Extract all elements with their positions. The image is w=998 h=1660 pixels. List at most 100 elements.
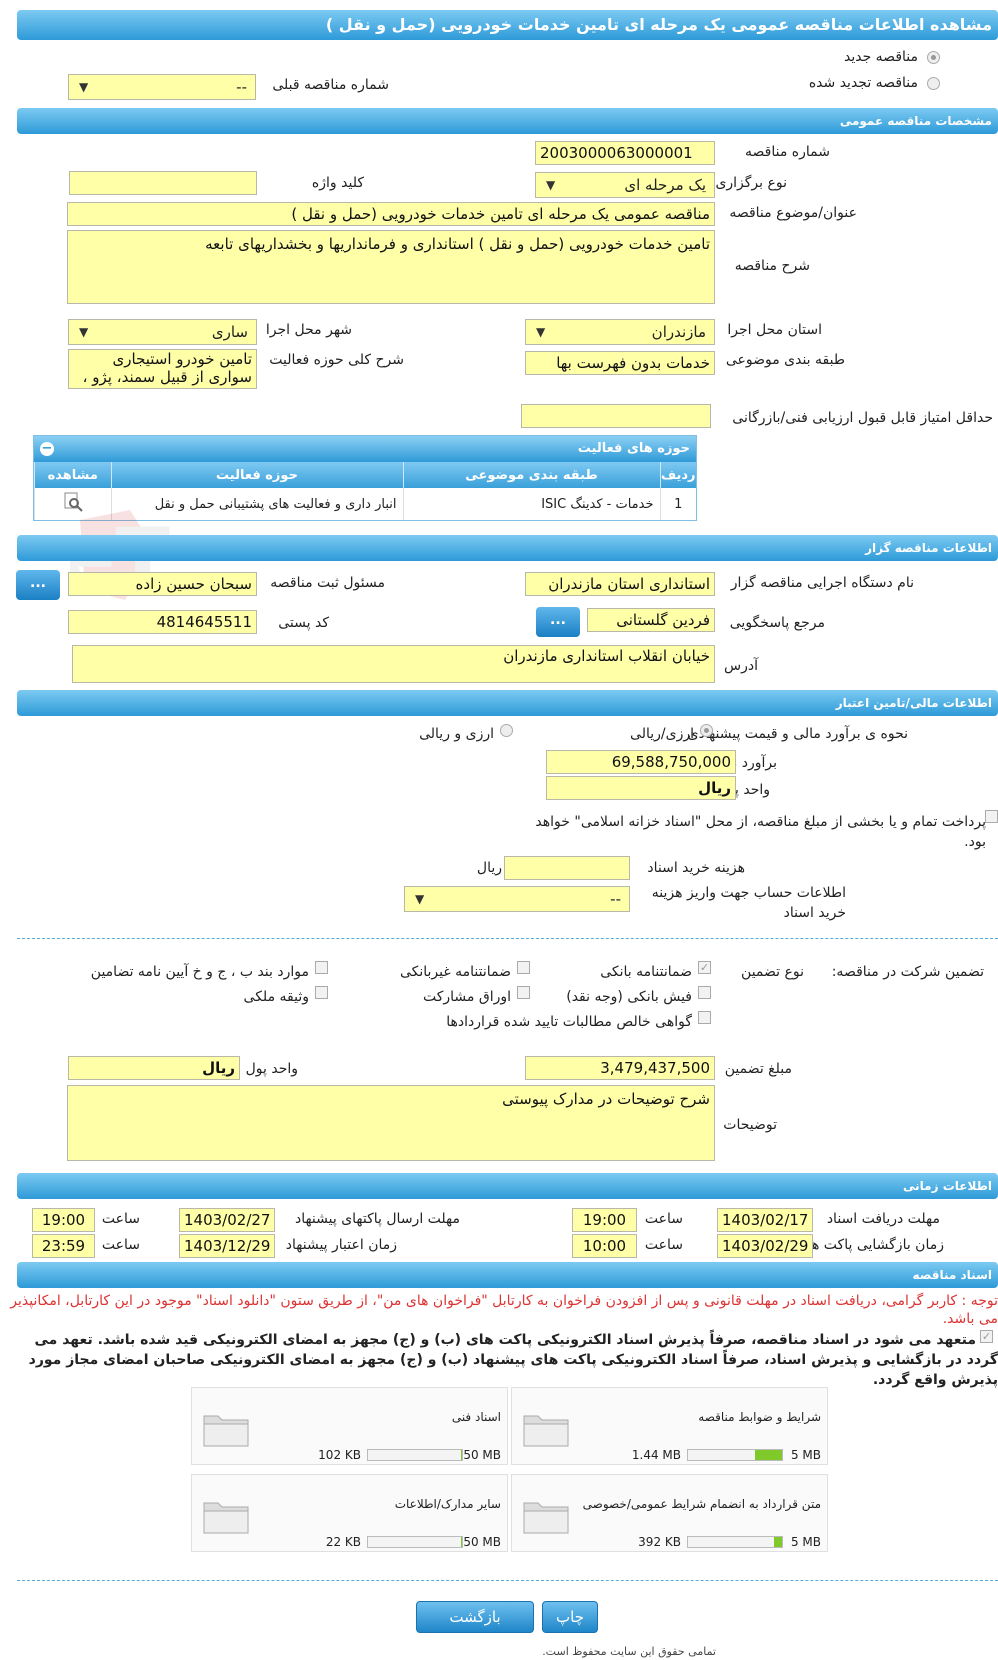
docs-section-header: اسناد مناقصه (17, 1262, 998, 1288)
send-time: 19:00 (32, 1208, 95, 1232)
doc-max-size: 5 MB (790, 1448, 821, 1462)
regulation-items-checkbox[interactable] (315, 961, 328, 974)
doc-size: 392 KB (638, 1535, 681, 1549)
open-label: زمان بازگشایی پاکت ها (807, 1237, 944, 1253)
divider (17, 1580, 998, 1581)
account-select[interactable]: -- ▼ (404, 886, 630, 912)
finance-section-header: اطلاعات مالی/تامین اعتبار (17, 690, 998, 716)
back-button[interactable]: بازگشت (416, 1601, 534, 1633)
tender-number-label: شماره مناقصه (745, 144, 830, 160)
doc-size: 102 KB (318, 1448, 361, 1462)
collapse-icon[interactable]: − (40, 442, 54, 456)
ref-select-button[interactable]: ... (536, 607, 580, 637)
activities-title: حوزه های فعالیت (577, 441, 690, 456)
doc-title: سایر مدارک/اطلاعات (394, 1497, 501, 1511)
amount-field: 3,479,437,500 (525, 1056, 715, 1080)
folder-icon (203, 1502, 249, 1534)
doc-file-terms[interactable]: شرایط و ضوابط مناقصه 5 MB 1.44 MB (511, 1387, 828, 1465)
account-label: اطلاعات حساب جهت واریز هزینه خرید اسناد (651, 885, 846, 921)
chevron-down-icon: ▼ (79, 325, 89, 339)
resp-select-button[interactable]: ... (16, 570, 60, 600)
scope-label: شرح کلی حوزه فعالیت (269, 352, 404, 368)
bank-receipt-label: فیش بانکی (وجه نقد) (566, 989, 692, 1005)
currency-rial-radio[interactable] (700, 724, 713, 737)
commit-text: متعهد می شود در اسناد مناقصه، صرفاً پذیر… (28, 1332, 998, 1388)
desc-label: شرح مناقصه (734, 258, 810, 274)
open-time: 10:00 (572, 1234, 637, 1258)
currency-both-label: ارزی و ریالی (419, 726, 494, 742)
city-select[interactable]: ساری ▼ (68, 319, 257, 345)
province-label: استان محل اجرا (727, 322, 822, 338)
guarantee-unit-field: ریال (68, 1056, 240, 1080)
treasury-checkbox[interactable] (985, 810, 998, 823)
doc-size: 1.44 MB (631, 1448, 681, 1462)
resp-field: سبحان حسین زاده (68, 572, 257, 596)
desc-field: تامین خدمات خودرویی (حمل و نقل ) استاندا… (67, 230, 715, 304)
doc-receive-label: مهلت دریافت اسناد (826, 1211, 940, 1227)
doc-max-size: 50 MB (463, 1535, 501, 1549)
org-label: نام دستگاه اجرایی مناقصه گزار (730, 575, 914, 591)
prev-number-select[interactable]: -- ▼ (68, 74, 256, 100)
ref-field: فردین گلستانی (587, 608, 715, 632)
print-button[interactable]: چاپ (542, 1601, 598, 1633)
organizer-section-header: اطلاعات مناقصه گزار (17, 535, 998, 561)
bank-guarantee-label: ضمانتنامه بانکی (600, 964, 692, 980)
folder-icon (523, 1502, 569, 1534)
regulation-items-label: موارد بند ب ، ج و خ آیین نامه تضامین (90, 964, 309, 980)
guarantee-type-label: نوع تضمین (741, 964, 804, 980)
general-section-header: مشخصات مناقصه عمومی (17, 108, 998, 134)
address-field: خیابان انقلاب استانداری مازندران (72, 645, 715, 683)
subject-field: مناقصه عمومی یک مرحله ای تامین خدمات خود… (67, 202, 715, 226)
min-score-label: حداقل امتیاز قابل قبول ارزیابی فنی/بازرگ… (732, 410, 993, 426)
postal-field: 4814645511 (68, 610, 257, 634)
doc-cost-label: هزینه خرید اسناد (647, 860, 745, 876)
nonbank-guarantee-checkbox[interactable] (517, 961, 530, 974)
subject-label: عنوان/موضوع مناقصه (729, 205, 857, 221)
guarantee-unit-label: واحد پول (245, 1061, 298, 1077)
participation-label: تضمین شرکت در مناقصه: (831, 964, 984, 980)
page-title: مشاهده اطلاعات مناقصه عمومی یک مرحله ای … (17, 10, 998, 40)
activities-header: حوزه های فعالیت − (34, 436, 696, 462)
chevron-down-icon: ▼ (79, 80, 89, 94)
valid-label: زمان اعتبار پیشنهاد (285, 1237, 397, 1253)
bonds-label: اوراق مشارکت (422, 989, 511, 1005)
receivables-cert-checkbox[interactable] (698, 1011, 711, 1024)
bank-receipt-checkbox[interactable] (698, 986, 711, 999)
province-value: مازندران (651, 323, 706, 341)
doc-file-contract[interactable]: متن قرارداد به انضمام شرایط عمومی/خصوصی … (511, 1474, 828, 1552)
new-tender-radio[interactable] (927, 51, 940, 64)
doc-receive-date: 1403/02/17 (717, 1208, 813, 1232)
doc-title: متن قرارداد به انضمام شرایط عمومی/خصوصی (582, 1497, 821, 1511)
folder-icon (523, 1415, 569, 1447)
new-tender-label: مناقصه جدید (843, 49, 918, 65)
renewed-tender-radio[interactable] (927, 77, 940, 90)
type-value: یک مرحله ای (624, 176, 706, 194)
property-bail-checkbox[interactable] (315, 986, 328, 999)
tender-number-field: 2003000063000001 (535, 141, 715, 165)
col-view: مشاهده (34, 462, 111, 488)
doc-usage-bar (687, 1449, 783, 1461)
doc-title: اسناد فنی (451, 1410, 501, 1424)
receivables-cert-label: گواهی خالص مطالبات تایید شده قراردادها (446, 1014, 692, 1030)
doc-size: 22 KB (325, 1535, 361, 1549)
currency-both-radio[interactable] (500, 724, 513, 737)
open-date: 1403/02/29 (717, 1234, 813, 1258)
doc-file-technical[interactable]: اسناد فنی 50 MB 102 KB (191, 1387, 508, 1465)
doc-cost-unit: ریال (476, 860, 502, 876)
bank-guarantee-checkbox[interactable]: ✓ (698, 961, 711, 974)
property-bail-label: وثیقه ملکی (243, 989, 309, 1005)
chevron-down-icon: ▼ (546, 178, 556, 192)
currency-rial-label: ارزی/ریالی (630, 726, 694, 742)
nonbank-guarantee-label: ضمانتنامه غیربانکی (399, 964, 511, 980)
address-label: آدرس (724, 658, 758, 674)
type-select[interactable]: یک مرحله ای ▼ (535, 172, 715, 198)
province-select[interactable]: مازندران ▼ (525, 319, 715, 345)
bonds-checkbox[interactable] (517, 986, 530, 999)
ref-label: مرجع پاسخگویی (729, 615, 825, 631)
hour-label: ساعت (644, 1211, 683, 1227)
timing-section-header: اطلاعات زمانی (17, 1173, 998, 1199)
city-value: ساری (211, 323, 248, 341)
doc-file-other[interactable]: سایر مدارک/اطلاعات 50 MB 22 KB (191, 1474, 508, 1552)
divider (17, 938, 998, 939)
min-score-field (521, 404, 711, 428)
